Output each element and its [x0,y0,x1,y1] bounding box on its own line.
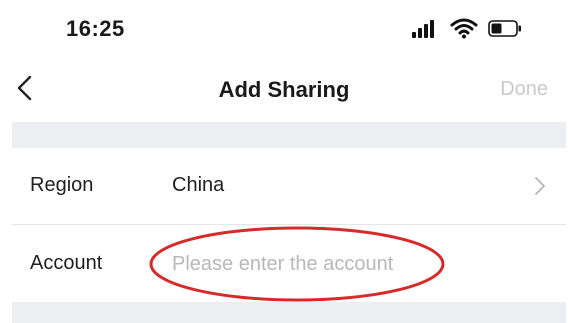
region-value: China [172,174,225,196]
account-input[interactable] [172,246,462,282]
wifi-icon [450,18,478,39]
navigation-bar: Add Sharing Done [0,56,568,122]
account-row: Account [12,226,566,303]
chevron-right-icon [535,177,545,195]
status-bar: 16:25 [0,0,568,56]
section-divider [12,122,566,148]
add-sharing-screen: 16:25 Add Sharing Done Region China Acco… [0,0,568,323]
battery-icon [488,20,521,37]
done-button[interactable]: Done [500,78,548,101]
region-label: Region [30,174,94,196]
account-label: Account [30,252,103,274]
cellular-signal-icon [412,20,440,38]
status-time: 16:25 [66,16,125,41]
page-title: Add Sharing [218,77,350,102]
region-row[interactable]: Region China [12,148,566,225]
section-divider [12,302,566,323]
